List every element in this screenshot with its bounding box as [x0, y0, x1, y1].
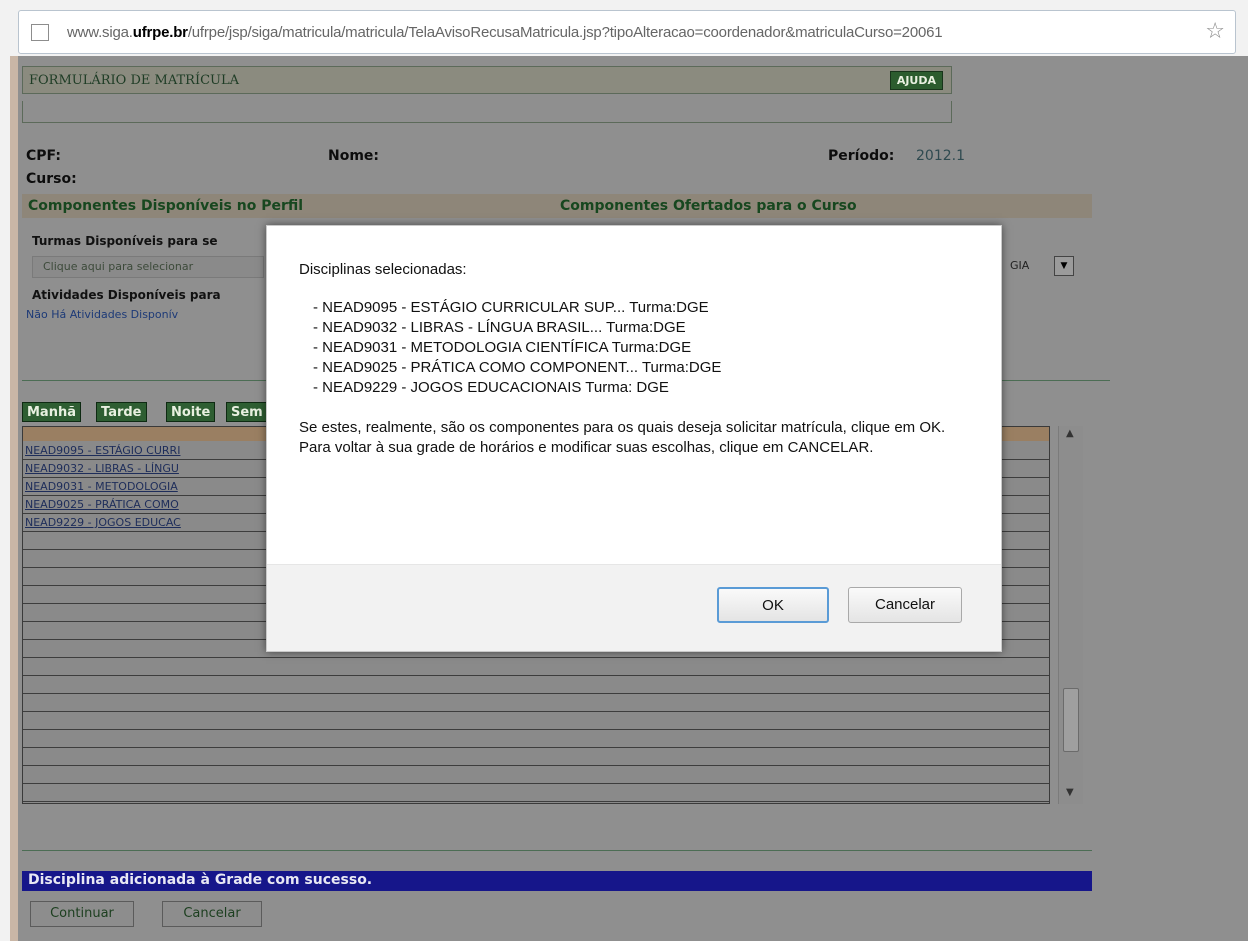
table-row: [23, 748, 1049, 766]
turmas-select[interactable]: Clique aqui para selecionar: [32, 256, 264, 278]
section-left-title: Componentes Disponíveis no Perfil: [28, 198, 304, 214]
tab-tarde[interactable]: Tarde: [96, 402, 147, 422]
continue-button[interactable]: Continuar: [30, 901, 134, 927]
list-item: - NEAD9229 - JOGOS EDUCACIONAIS Turma: D…: [313, 379, 669, 396]
grid-scrollbar[interactable]: ▲ ▼: [1058, 426, 1083, 804]
list-item: - NEAD9031 - METODOLOGIA CIENTÍFICA Turm…: [313, 339, 692, 356]
table-row: [23, 730, 1049, 748]
dialog-message-cancel: Para voltar à sua grade de horários e mo…: [299, 439, 874, 456]
table-row: [23, 676, 1049, 694]
address-bar[interactable]: www.siga.ufrpe.br/ufrpe/jsp/siga/matricu…: [18, 10, 1236, 54]
dialog-body: Disciplinas selecionadas: - NEAD9095 - E…: [299, 260, 979, 458]
form-title: FORMULÁRIO DE MATRÍCULA: [29, 73, 240, 88]
nome-label: Nome:: [328, 148, 380, 164]
periodo-value: 2012.1: [916, 148, 965, 164]
turmas-label: Turmas Disponíveis para se: [32, 234, 218, 248]
dialog-footer: OK Cancelar: [267, 564, 1001, 651]
list-item: - NEAD9095 - ESTÁGIO CURRICULAR SUP... T…: [313, 299, 709, 316]
dialog-message-ok: Se estes, realmente, são os componentes …: [299, 419, 946, 436]
curso-label: Curso:: [26, 171, 77, 187]
scroll-thumb[interactable]: [1063, 688, 1079, 752]
success-message-bar: Disciplina adicionada à Grade com sucess…: [22, 871, 1092, 891]
selected-courses-list: - NEAD9095 - ESTÁGIO CURRICULAR SUP... T…: [313, 298, 979, 398]
tab-sem[interactable]: Sem: [226, 402, 268, 422]
section-header-band: Componentes Disponíveis no Perfil Compon…: [22, 194, 1092, 218]
atividades-label: Atividades Disponíveis para: [32, 288, 221, 302]
help-button[interactable]: AJUDA: [889, 71, 943, 90]
section-right-title: Componentes Ofertados para o Curso: [560, 198, 857, 214]
list-item: - NEAD9025 - PRÁTICA COMO COMPONENT... T…: [313, 359, 722, 376]
confirm-dialog: Disciplinas selecionadas: - NEAD9095 - E…: [266, 225, 1002, 652]
chevron-down-icon[interactable]: ▼: [1054, 256, 1074, 276]
periodo-label: Período:: [828, 148, 895, 164]
page-icon: [31, 24, 49, 41]
form-title-bar: FORMULÁRIO DE MATRÍCULA AJUDA: [22, 66, 952, 94]
cancel-button[interactable]: Cancelar: [848, 587, 962, 623]
table-row: [23, 712, 1049, 730]
list-item: - NEAD9032 - LIBRAS - LÍNGUA BRASIL... T…: [313, 319, 686, 336]
no-atividades-text: Não Há Atividades Disponív: [26, 308, 179, 321]
table-row: [23, 658, 1049, 676]
table-row: [23, 766, 1049, 784]
tab-manha[interactable]: Manhã: [22, 402, 81, 422]
turmas-select-placeholder: Clique aqui para selecionar: [43, 260, 194, 273]
divider-bottom: [22, 850, 1092, 851]
ok-button[interactable]: OK: [717, 587, 829, 623]
cancel-page-button[interactable]: Cancelar: [162, 901, 262, 927]
table-row: [23, 784, 1049, 802]
scroll-down-icon[interactable]: ▼: [1066, 787, 1074, 798]
bookmark-star-icon[interactable]: ☆: [1205, 19, 1225, 44]
table-row: [23, 694, 1049, 712]
form-frame: [22, 101, 952, 123]
url-text[interactable]: www.siga.ufrpe.br/ufrpe/jsp/siga/matricu…: [67, 24, 943, 41]
left-strip: [10, 56, 18, 941]
componentes-select-value: GIA: [1010, 259, 1030, 272]
success-message: Disciplina adicionada à Grade com sucess…: [28, 872, 373, 888]
cpf-label: CPF:: [26, 148, 61, 164]
scroll-up-icon[interactable]: ▲: [1066, 428, 1074, 439]
dialog-heading: Disciplinas selecionadas:: [299, 261, 467, 278]
tab-noite[interactable]: Noite: [166, 402, 216, 422]
